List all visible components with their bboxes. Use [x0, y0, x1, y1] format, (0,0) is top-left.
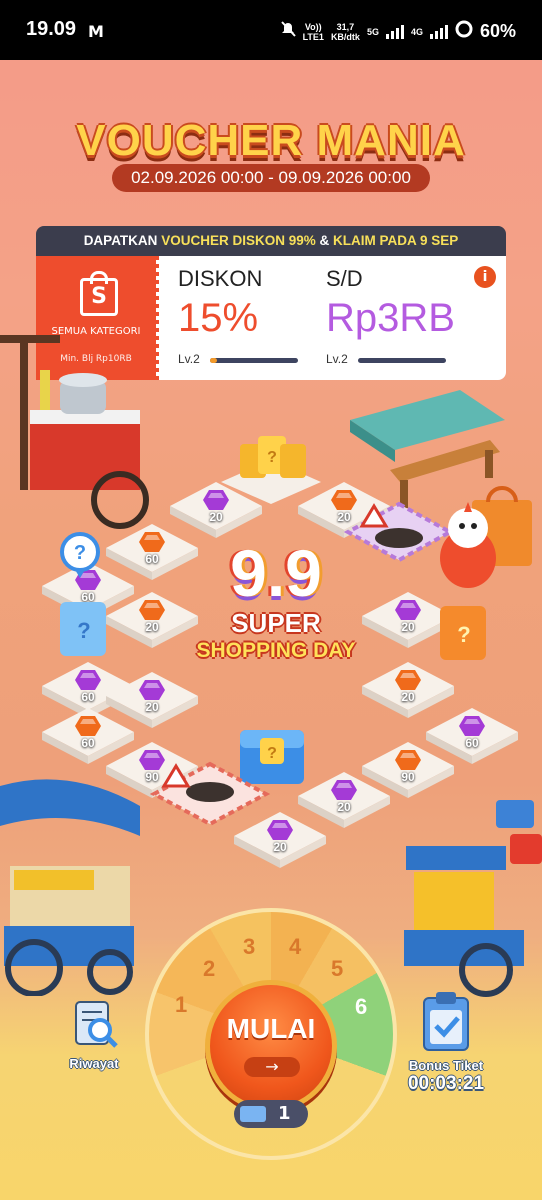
sd-column: S/D Rp3RB [326, 266, 455, 342]
svg-text:?: ? [457, 622, 470, 647]
history-button[interactable]: Riwayat [56, 996, 132, 1071]
net-5g-label: 5G [366, 26, 379, 37]
gem-icon [75, 670, 101, 690]
logo-line1: SUPER [231, 608, 321, 638]
tile-value: 20 [401, 690, 415, 704]
sd-label: S/D [326, 266, 363, 291]
gem-icon [395, 670, 421, 690]
location-question-icon[interactable]: ? [50, 528, 110, 588]
wheel-number-4: 4 [289, 934, 302, 959]
history-label: Riwayat [69, 1056, 119, 1071]
chicken-player-avatar [440, 502, 496, 588]
clipboard-check-icon [423, 992, 469, 1051]
gem-icon [459, 716, 485, 736]
diskon-value: 15% [178, 296, 259, 340]
tile-value: 20 [145, 620, 159, 634]
wheel-number-6: 6 [355, 994, 368, 1019]
ticket-count: 1 [278, 1103, 291, 1124]
start-button[interactable]: MULAI → [205, 980, 337, 1112]
gem-icon [75, 716, 101, 736]
food-cart-illustration [0, 335, 149, 529]
ticket-counter: 1 [234, 1100, 308, 1128]
battery-level: 60% [479, 21, 516, 41]
info-icon[interactable]: i [474, 266, 496, 288]
diskon-label: DISKON [178, 266, 263, 291]
bonus-ticket-label: Bonus Tiket [408, 1058, 484, 1073]
bonus-ticket-button[interactable]: Bonus Tiket 00:03:21 [396, 990, 496, 1095]
history-icon [75, 1001, 118, 1048]
battery-icon [455, 20, 473, 43]
gem-icon [267, 820, 293, 840]
logo-line2: SHOPPING DAY [196, 639, 356, 662]
gem-icon [331, 780, 357, 800]
blue-cart-illustration [0, 779, 140, 996]
mystery-card-tile[interactable]: ? [216, 430, 326, 510]
volte-indicator: Vo)) LTE1 [302, 21, 324, 42]
signal-4g-icon [429, 24, 448, 39]
hole-trap-tile-2 [150, 761, 270, 827]
ticket-icon [240, 1106, 266, 1122]
network-speed: 31,7 KB/dtk [330, 21, 360, 42]
super-shopping-day-logo: 9.9 SUPER SHOPPING DAY [188, 538, 364, 664]
status-bar: 19.09 M Vo)) LTE1 31,7 KB/dtk 5G 4G 60% [0, 0, 542, 60]
game-title: VOUCHER MANIA [76, 116, 466, 165]
mystery-box-orange[interactable]: ? [436, 600, 496, 666]
gem-icon [395, 750, 421, 770]
board-tile: 20 [104, 590, 200, 650]
gem-icon [395, 600, 421, 620]
gem-icon [139, 532, 165, 552]
promo-banner: DAPATKAN VOUCHER DISKON 99% & KLAIM PADA… [36, 226, 506, 256]
event-dates: 02.09.2026 00:00 - 09.09.2026 00:00 [112, 164, 430, 192]
signal-5g-icon [385, 24, 404, 39]
sd-value: Rp3RB [326, 296, 455, 340]
status-time: 19.09 [26, 18, 77, 40]
diskon-level: Lv.2 [178, 352, 200, 366]
tile-value: 20 [273, 840, 287, 854]
net-4g-label: 4G [410, 26, 423, 37]
diskon-column: DISKON 15% [178, 266, 262, 342]
bonus-ticket-timer: 00:03:21 [407, 1073, 485, 1094]
gem-icon [139, 600, 165, 620]
wheel-number-1: 1 [175, 992, 188, 1017]
svg-text:?: ? [74, 542, 86, 564]
svg-text:?: ? [77, 618, 90, 643]
gem-icon [139, 680, 165, 700]
wheel-number-2: 2 [203, 956, 216, 981]
tile-value: 90 [401, 770, 415, 784]
mute-icon [280, 21, 296, 42]
red-stool-and-cart-illustration [404, 800, 542, 997]
mystery-box-blue[interactable]: ? [56, 596, 116, 662]
logo-number: 9.9 [230, 536, 322, 610]
sd-level: Lv.2 [326, 352, 348, 366]
sd-progress [358, 358, 446, 363]
mail-icon: M [88, 22, 104, 41]
start-label: MULAI [226, 1013, 316, 1044]
svg-text:?: ? [267, 449, 277, 466]
wheel-number-3: 3 [243, 934, 256, 959]
wheel-number-5: 5 [331, 956, 344, 981]
arrow-right-icon: → [244, 1057, 300, 1077]
diskon-progress [210, 358, 298, 363]
